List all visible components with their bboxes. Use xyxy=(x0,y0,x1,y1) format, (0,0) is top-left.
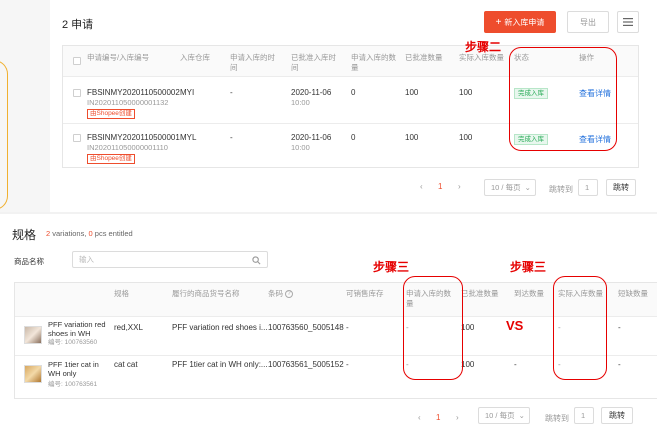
short-qty: - xyxy=(618,360,621,369)
page-number[interactable]: 1 xyxy=(438,182,442,191)
step-two-annotation: 步骤二 xyxy=(465,40,502,54)
goto-label: 跳转到 xyxy=(549,185,573,194)
approved-date: 2020-11-06 xyxy=(291,88,332,97)
warehouse: MYL xyxy=(180,133,197,142)
variations-summary: 2 variations, 0 pcs entitled xyxy=(46,229,133,238)
chevron-down-icon: ⌄ xyxy=(524,183,531,192)
header-request-id: 申请编号/入库编号 xyxy=(87,53,150,62)
header-arrived-qty: 到达数量 xyxy=(514,289,544,298)
inbound-number: IN202011050000001132 xyxy=(87,98,169,107)
annotation-box-actual-qty xyxy=(553,276,607,380)
header-request-time: 申请入库的时间 xyxy=(230,53,275,72)
approved-qty: 100 xyxy=(405,133,419,142)
arrived-qty: - xyxy=(514,360,517,369)
actual-qty: 100 xyxy=(459,133,473,142)
inbound-count-title: 2 申请 xyxy=(62,19,94,31)
header-short-qty: 短缺数量 xyxy=(618,289,648,298)
goto-label: 跳转到 xyxy=(545,414,569,423)
fulfil-name: PFF 1tier cat in WH only:... xyxy=(172,360,268,369)
export-button[interactable]: 导出 xyxy=(567,11,609,33)
inbound-number: IN202011050000001110 xyxy=(87,143,168,152)
header-fulfil-name: 履行的商品货号名称 xyxy=(172,289,240,298)
header-approved-time: 已批准入库时间 xyxy=(291,53,336,72)
spec-value: cat cat xyxy=(114,360,138,369)
approved-qty: 100 xyxy=(461,323,475,332)
per-page-select[interactable]: 10 / 每页 ⌄ xyxy=(478,407,530,424)
goto-page-input[interactable]: 1 xyxy=(578,179,598,196)
specs-title: 规格 xyxy=(12,228,37,242)
created-by-tag: 由Shopee创建 xyxy=(87,154,135,164)
row-checkbox[interactable] xyxy=(73,89,81,97)
header-approved-qty: 已批准数量 xyxy=(405,53,443,62)
next-page-icon[interactable]: › xyxy=(456,413,459,422)
approved-time: 10:00 xyxy=(291,98,310,107)
plus-icon: + xyxy=(495,16,502,28)
vs-annotation: VS xyxy=(506,318,524,333)
created-by-tag: 由Shopee创建 xyxy=(87,109,135,119)
product-thumbnail xyxy=(24,326,42,344)
product-name-label: 商品名称 xyxy=(14,257,44,266)
request-qty: 0 xyxy=(351,88,356,97)
per-page-select[interactable]: 10 / 每页 ⌄ xyxy=(484,179,536,196)
goto-page-input[interactable]: 1 xyxy=(574,407,594,424)
product-thumbnail xyxy=(24,365,42,383)
spec-value: red,XXL xyxy=(114,323,143,332)
barcode: 100763560_5005148 xyxy=(268,323,344,332)
warehouse: MYI xyxy=(180,88,195,97)
menu-icon[interactable] xyxy=(617,11,639,33)
header-spec: 规格 xyxy=(114,289,129,298)
step-three-annotation: 步骤三 xyxy=(373,260,410,274)
row-checkbox[interactable] xyxy=(73,134,81,142)
page-number[interactable]: 1 xyxy=(436,413,440,422)
product-sku: 编号: 100763560 xyxy=(48,339,98,346)
request-time: - xyxy=(230,88,233,97)
new-inbound-button[interactable]: + 新入库申请 xyxy=(484,11,556,33)
product-name[interactable]: PFF 1tier cat in WH only xyxy=(48,360,110,378)
search-input[interactable]: 输入 xyxy=(72,251,268,268)
prev-page-icon[interactable]: ‹ xyxy=(420,182,423,191)
approved-date: 2020-11-06 xyxy=(291,133,332,142)
goto-button[interactable]: 跳转 xyxy=(601,407,633,424)
header-warehouse: 入库仓库 xyxy=(180,53,210,62)
sellable: - xyxy=(346,360,349,369)
header-approved-qty: 已批准数量 xyxy=(461,289,499,298)
request-id: FBSINMY2020110500001 xyxy=(87,133,180,142)
request-id: FBSINMY2020110500002 xyxy=(87,88,180,97)
search-icon xyxy=(252,256,261,265)
approved-time: 10:00 xyxy=(291,143,310,152)
annotation-box-request-qty xyxy=(403,276,463,380)
short-qty: - xyxy=(618,323,621,332)
product-sku: 编号: 100763561 xyxy=(48,381,98,388)
barcode: 100763561_5005152 xyxy=(268,360,344,369)
left-highlight-arc xyxy=(0,60,8,210)
header-barcode: 条码 ? xyxy=(268,289,294,299)
select-all-checkbox[interactable] xyxy=(73,57,81,65)
goto-button[interactable]: 跳转 xyxy=(606,179,636,196)
approved-qty: 100 xyxy=(405,88,419,97)
approved-qty: 100 xyxy=(461,360,475,369)
annotation-box-status xyxy=(509,47,617,151)
header-request-qty: 申请入库的数量 xyxy=(351,53,396,72)
product-name[interactable]: PFF variation red shoes in WH xyxy=(48,320,110,338)
request-time: - xyxy=(230,133,233,142)
prev-page-icon[interactable]: ‹ xyxy=(418,413,421,422)
step-three-annotation-2: 步骤三 xyxy=(510,260,547,274)
sellable: - xyxy=(346,323,349,332)
fulfil-name: PFF variation red shoes i... xyxy=(172,323,268,332)
chevron-down-icon: ⌄ xyxy=(518,411,525,420)
request-qty: 0 xyxy=(351,133,356,142)
help-icon[interactable]: ? xyxy=(285,290,294,299)
header-sellable: 可销售库存 xyxy=(346,289,384,298)
actual-qty: 100 xyxy=(459,88,473,97)
next-page-icon[interactable]: › xyxy=(458,182,461,191)
